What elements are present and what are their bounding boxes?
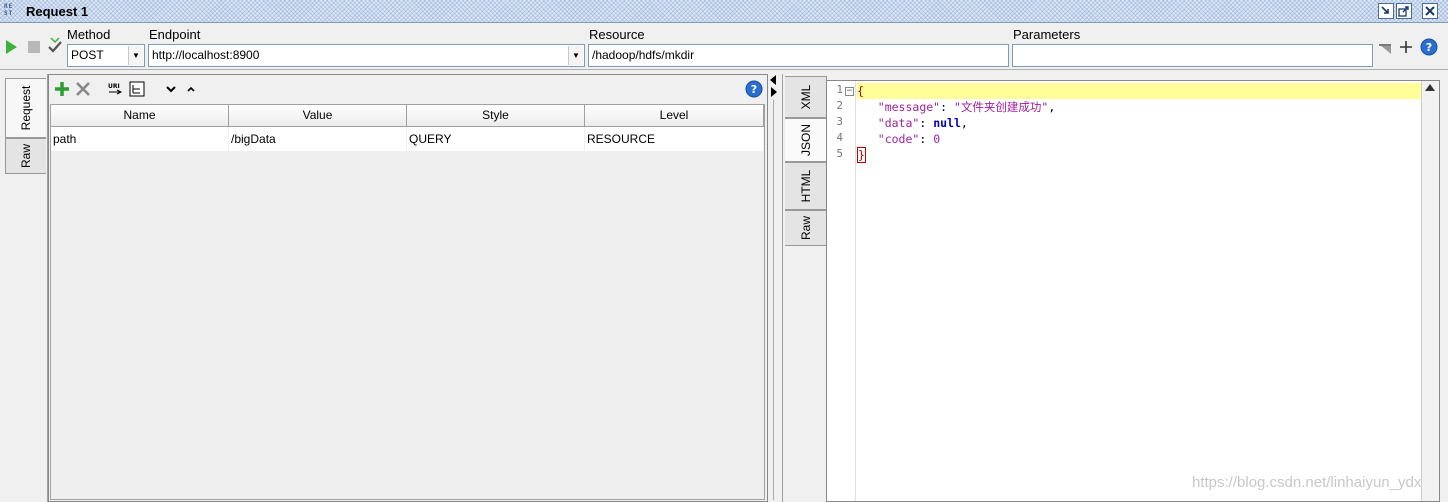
params-toolbar: URI ?: [49, 75, 767, 103]
resource-input[interactable]: /hadoop/hdfs/mkdir: [588, 44, 1009, 67]
clear-icon[interactable]: [1377, 41, 1393, 57]
column-header-value[interactable]: Value: [229, 105, 407, 127]
line-number: 4: [836, 131, 843, 144]
request-toolbar: Method POST ▼ Endpoint http://localhost:…: [0, 24, 1448, 70]
code-line-4: "code": 0: [877, 132, 941, 146]
tab-request[interactable]: Request: [5, 78, 46, 138]
run-icon[interactable]: [3, 39, 19, 55]
collapse-right-icon[interactable]: [770, 86, 778, 100]
parameters-label: Parameters: [1013, 27, 1081, 42]
method-label: Method: [67, 27, 111, 42]
stop-icon[interactable]: [26, 39, 42, 55]
column-header-level[interactable]: Level: [585, 105, 764, 127]
move-up-icon[interactable]: [183, 81, 199, 97]
dock-icon[interactable]: [1378, 3, 1394, 19]
tab-html-label: HTML: [798, 169, 813, 203]
params-help-icon[interactable]: ?: [745, 80, 763, 98]
method-value: POST: [71, 48, 104, 62]
tab-request-label: Request: [19, 85, 33, 131]
parameters-input[interactable]: [1012, 44, 1373, 67]
panel-splitter[interactable]: [768, 70, 780, 502]
soapui-rest-request-window: RE ST Request 1 Method POST ▼ Endpoint h…: [0, 0, 1448, 502]
request-side-tabs: Request Raw: [0, 74, 48, 502]
code-line-3: "data": null,: [877, 116, 968, 130]
json-response-editor[interactable]: 1 2 3 4 5 − { "message": "文件夹创建成功", "dat…: [826, 80, 1440, 502]
line-number: 1: [836, 83, 843, 96]
line-number-gutter: 1 2 3 4 5 −: [827, 81, 856, 501]
vertical-scrollbar[interactable]: [1421, 81, 1439, 501]
add-icon[interactable]: [54, 81, 70, 97]
params-table: Name Value Style Level path /bigData QUE…: [50, 104, 765, 500]
help-icon[interactable]: ?: [1420, 38, 1438, 56]
request-params-panel: URI ? Name Value Style Level path /bigDa…: [48, 74, 768, 502]
svg-text:?: ?: [751, 83, 757, 96]
method-dropdown-arrow-icon[interactable]: ▼: [128, 46, 143, 65]
line-number: 5: [836, 147, 843, 160]
line-number: 3: [836, 115, 843, 128]
code-line-1: {: [857, 83, 1421, 99]
column-header-style[interactable]: Style: [407, 105, 585, 127]
endpoint-dropdown-arrow-icon[interactable]: ▼: [568, 46, 583, 65]
line-number: 2: [836, 99, 843, 112]
uri-icon[interactable]: URI: [107, 81, 123, 97]
svg-text:?: ?: [1426, 41, 1432, 54]
watermark-text: https://blog.csdn.net/linhaiyun_ydx: [1192, 474, 1422, 491]
response-side-tabs: XML JSON HTML Raw: [782, 74, 827, 502]
code-line-5: }: [857, 147, 866, 163]
tab-raw-label: Raw: [19, 143, 33, 169]
tab-raw-response-label: Raw: [798, 215, 813, 241]
cell-value[interactable]: /bigData: [229, 127, 407, 151]
column-header-name[interactable]: Name: [51, 105, 229, 127]
title-bar: RE ST Request 1: [0, 0, 1448, 23]
tab-xml-label: XML: [798, 84, 813, 110]
splitter-line: [773, 100, 774, 500]
cell-name[interactable]: path: [51, 127, 229, 151]
plus-icon[interactable]: [1398, 39, 1414, 55]
close-icon[interactable]: [1422, 3, 1438, 19]
endpoint-label: Endpoint: [149, 27, 201, 42]
endpoint-combobox[interactable]: http://localhost:8900 ▼: [148, 44, 585, 67]
tab-json-label: JSON: [798, 123, 813, 157]
fold-toggle-icon[interactable]: −: [845, 87, 854, 96]
tab-raw[interactable]: Raw: [5, 138, 46, 174]
resource-value: /hadoop/hdfs/mkdir: [592, 48, 695, 62]
table-row[interactable]: path /bigData QUERY RESOURCE: [51, 127, 764, 151]
cell-level[interactable]: RESOURCE: [585, 127, 764, 151]
cell-style[interactable]: QUERY: [407, 127, 585, 151]
undock-icon[interactable]: [1396, 3, 1412, 19]
tab-html[interactable]: HTML: [785, 162, 827, 210]
tree-icon[interactable]: [129, 81, 145, 97]
scroll-up-icon[interactable]: [1425, 84, 1435, 91]
tab-json[interactable]: JSON: [785, 118, 827, 162]
svg-text:URI: URI: [108, 83, 120, 90]
tab-xml[interactable]: XML: [785, 76, 827, 118]
method-select[interactable]: POST ▼: [67, 44, 145, 67]
tab-raw-response[interactable]: Raw: [785, 210, 827, 246]
window-title: Request 1: [26, 4, 89, 19]
rest-logo-icon: RE ST: [4, 3, 14, 17]
validate-icon[interactable]: [47, 37, 63, 53]
delete-icon[interactable]: [75, 81, 91, 97]
resource-label: Resource: [589, 27, 645, 42]
move-down-icon[interactable]: [163, 81, 179, 97]
endpoint-value: http://localhost:8900: [152, 48, 260, 62]
code-line-2: "message": "文件夹创建成功",: [877, 100, 1056, 114]
